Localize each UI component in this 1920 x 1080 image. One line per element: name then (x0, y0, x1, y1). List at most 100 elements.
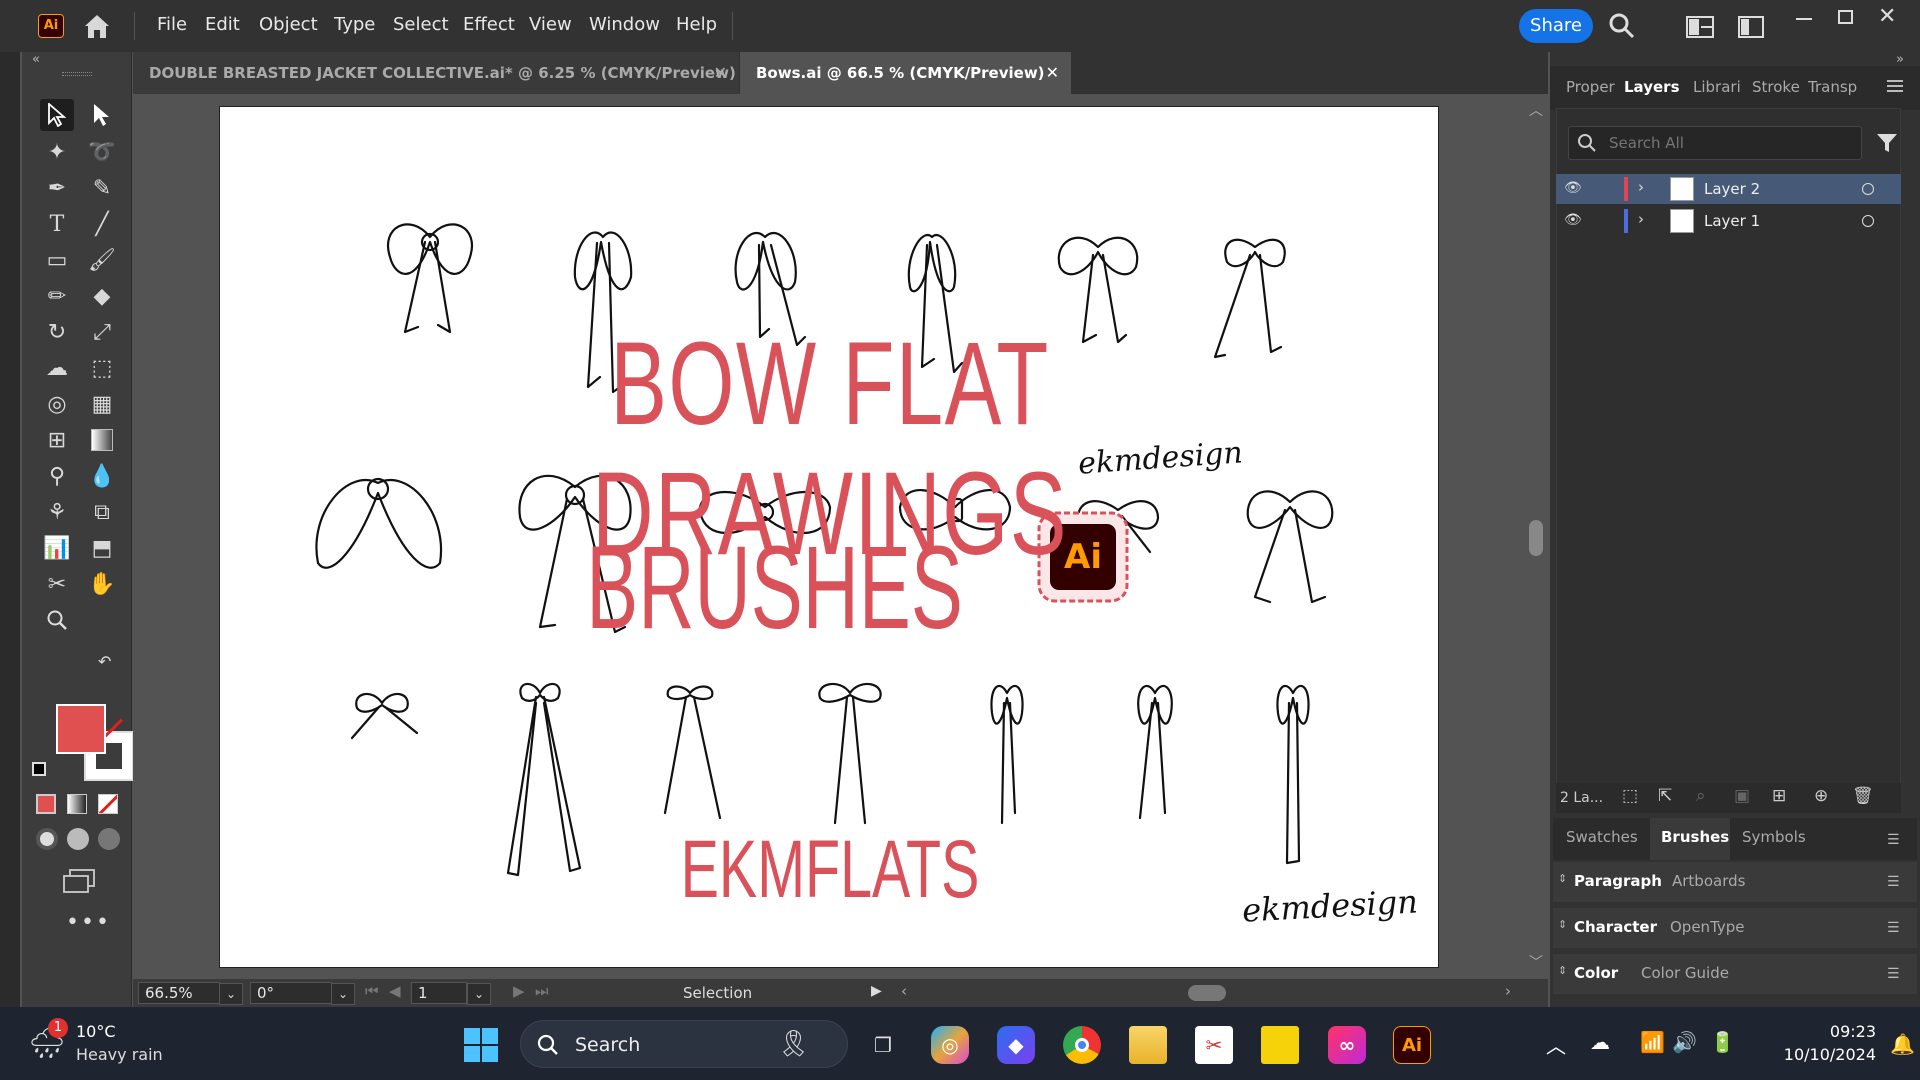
menu-file[interactable]: File (157, 14, 187, 35)
new-sublayer-icon[interactable]: ⊞ (1772, 786, 1786, 806)
default-fill-stroke-icon[interactable] (32, 762, 46, 776)
eraser-tool-icon[interactable]: ◆ (85, 280, 119, 312)
gradient-tool-icon[interactable] (85, 424, 119, 456)
layers-search-field[interactable] (1568, 126, 1862, 160)
pen-tool-icon[interactable]: ✒ (40, 172, 74, 204)
menu-type[interactable]: Type (334, 14, 375, 35)
target-circle-icon[interactable] (1862, 215, 1874, 227)
panel-menu-icon[interactable]: ☰ (1887, 874, 1900, 890)
menu-help[interactable]: Help (676, 14, 717, 35)
weather-temperature[interactable]: 10°C (76, 1022, 116, 1041)
expand-layer-icon[interactable]: › (1638, 178, 1644, 196)
perspective-grid-tool-icon[interactable]: ▦ (85, 388, 119, 420)
selection-tool-icon[interactable] (40, 99, 74, 131)
visibility-eye-icon[interactable]: 👁 (1564, 212, 1582, 228)
type-tool-icon[interactable]: T (40, 208, 74, 240)
artboard-tool-icon[interactable]: ⬒ (85, 532, 119, 564)
scroll-thumb[interactable] (1529, 520, 1543, 556)
menu-effect[interactable]: Effect (463, 14, 515, 35)
new-layer-icon[interactable]: ⊕ (1814, 786, 1828, 806)
tab-color-guide[interactable]: Color Guide (1641, 964, 1729, 982)
creative-cloud-icon[interactable]: ∞ (1328, 1026, 1366, 1064)
chrome-icon[interactable] (1063, 1026, 1101, 1064)
clipping-mask-icon[interactable]: ▣ (1734, 786, 1750, 806)
expand-panel-icon[interactable]: ⇕ (1558, 872, 1567, 885)
tab-symbols[interactable]: Symbols (1742, 828, 1806, 846)
tab-swatches[interactable]: Swatches (1566, 828, 1638, 846)
layer-name[interactable]: Layer 1 (1704, 212, 1760, 230)
search-icon[interactable] (1608, 12, 1636, 44)
artboard-dropdown-icon[interactable]: ⌄ (467, 983, 491, 1005)
swap-fill-stroke-icon[interactable]: ↶ (98, 652, 111, 671)
paintbrush-tool-icon[interactable]: 🖌 (85, 244, 119, 276)
expand-layer-icon[interactable]: › (1638, 210, 1644, 228)
magic-wand-tool-icon[interactable]: ✦ (40, 136, 74, 168)
weather-description[interactable]: Heavy rain (76, 1045, 163, 1064)
layer-row-layer-1[interactable]: 👁 › Layer 1 (1556, 206, 1901, 236)
onedrive-icon[interactable]: ☁ (1590, 1030, 1610, 1054)
lasso-tool-icon[interactable]: ➰ (85, 136, 119, 168)
symbol-sprayer-tool-icon[interactable]: ⚘ (40, 496, 74, 528)
artboard-collect-icon[interactable]: ⬚ (1622, 786, 1638, 806)
wifi-icon[interactable]: 📶 (1640, 1030, 1665, 1054)
hand-tool-icon[interactable]: ✋ (85, 568, 119, 600)
collapse-panels-icon[interactable]: » (1896, 52, 1904, 67)
zoom-tool-icon[interactable] (40, 604, 74, 636)
mesh-tool-icon[interactable]: ⊞ (40, 424, 74, 456)
fill-swatch[interactable] (56, 704, 106, 754)
line-segment-tool-icon[interactable]: ╱ (85, 208, 119, 240)
scroll-right-icon[interactable]: › (1505, 982, 1511, 1000)
warp-tool-icon[interactable]: ☁ (40, 352, 74, 384)
tab-bows[interactable]: Bows.ai @ 66.5 % (CMYK/Preview) ✕ (740, 52, 1071, 94)
draw-normal-icon[interactable] (36, 828, 58, 850)
column-graph-tool-icon[interactable]: 📊 (40, 532, 74, 564)
scale-tool-icon[interactable]: ⤢ (85, 316, 119, 348)
tab-libraries[interactable]: Librari (1693, 78, 1741, 96)
filter-icon[interactable] (1876, 132, 1898, 158)
file-explorer-icon[interactable] (1129, 1026, 1167, 1064)
draw-behind-icon[interactable] (67, 828, 89, 850)
volume-icon[interactable]: 🔊 (1672, 1030, 1697, 1054)
panel-menu-icon[interactable]: ☰ (1887, 832, 1900, 848)
symbol-tool-icon[interactable]: ⧉ (85, 496, 119, 528)
menu-edit[interactable]: Edit (205, 14, 240, 35)
clock-date[interactable]: 10/10/2024 (1756, 1045, 1876, 1064)
zoom-dropdown-icon[interactable]: ⌄ (219, 983, 243, 1005)
vertical-scrollbar[interactable]: ︿ ﹀ (1525, 100, 1547, 972)
toolbar-grip[interactable] (62, 72, 92, 76)
close-window-icon[interactable]: ✕ (1878, 4, 1896, 29)
panel-menu-icon[interactable]: ☰ (1887, 966, 1900, 982)
tab-color[interactable]: Color (1574, 964, 1618, 982)
maximize-icon[interactable] (1838, 10, 1853, 24)
curvature-tool-icon[interactable]: ✎ (85, 172, 119, 204)
close-tab-icon[interactable]: ✕ (714, 52, 727, 94)
scroll-down-icon[interactable]: ﹀ (1529, 952, 1543, 972)
tab-character[interactable]: Character (1574, 918, 1657, 936)
scroll-up-icon[interactable]: ︿ (1529, 100, 1543, 120)
sticky-notes-icon[interactable] (1261, 1026, 1299, 1064)
tab-artboards[interactable]: Artboards (1672, 872, 1745, 890)
minimize-icon[interactable] (1796, 18, 1812, 20)
draw-inside-icon[interactable] (98, 828, 120, 850)
clock-time[interactable]: 09:23 (1806, 1022, 1876, 1041)
tab-transparency[interactable]: Transp (1808, 78, 1857, 96)
layers-search-input[interactable] (1609, 132, 1849, 154)
artboard-number-field[interactable]: 1 (411, 982, 467, 1004)
direct-selection-tool-icon[interactable] (85, 99, 119, 131)
illustrator-taskbar-icon[interactable]: Ai (1393, 1026, 1431, 1064)
tab-stroke[interactable]: Stroke (1752, 78, 1800, 96)
rotate-tool-icon[interactable]: ↻ (40, 316, 74, 348)
notifications-icon[interactable]: 🔔 (1890, 1032, 1915, 1056)
taskbar-search[interactable]: Search 🎗 (520, 1020, 848, 1068)
menu-window[interactable]: Window (589, 14, 660, 35)
tab-double-breasted-jacket[interactable]: DOUBLE BREASTED JACKET COLLECTIVE.ai* @ … (133, 52, 739, 94)
blend-tool-icon[interactable]: ⚲ (40, 460, 74, 492)
horizontal-scroll-thumb[interactable] (1188, 985, 1226, 1001)
bing-icon[interactable]: ◆ (997, 1026, 1035, 1064)
rectangle-tool-icon[interactable]: ▭ (40, 244, 74, 276)
tab-paragraph[interactable]: Paragraph (1574, 872, 1662, 890)
snipping-tool-icon[interactable]: ✂ (1195, 1026, 1233, 1064)
tab-properties[interactable]: Proper (1566, 78, 1615, 96)
shaper-tool-icon[interactable]: ✏ (40, 280, 74, 312)
visibility-eye-icon[interactable]: 👁 (1564, 180, 1582, 196)
